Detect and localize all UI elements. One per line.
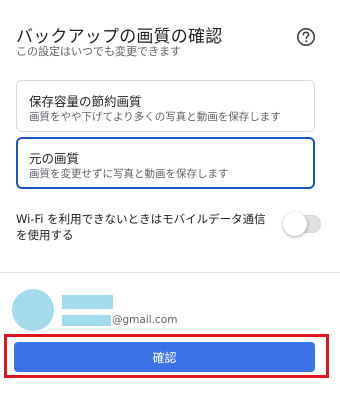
confirm-button-label: 確認	[152, 350, 177, 365]
account-name-redacted	[62, 295, 113, 309]
divider	[0, 272, 340, 273]
dialog-subtitle: この設定はいつでも変更できます	[16, 45, 181, 58]
confirm-button[interactable]: 確認	[14, 342, 315, 372]
avatar	[12, 289, 54, 331]
mobile-data-toggle[interactable]	[281, 210, 323, 238]
mobile-data-label: Wi-Fi を利用できないときはモバイルデータ通信を使用する	[16, 212, 266, 242]
option-description: 画質をやや下げてより多くの写真と動画を保存します	[29, 111, 281, 123]
account-email: @gmail.com	[62, 313, 177, 327]
email-user-redacted	[62, 314, 111, 326]
email-domain: @gmail.com	[112, 314, 178, 326]
toggle-thumb	[283, 212, 307, 236]
option-title: 元の画質	[29, 151, 80, 166]
option-description: 画質を変更せずに写真と動画を保存します	[29, 168, 229, 180]
option-storage-saver[interactable]: 保存容量の節約画質 画質をやや下げてより多くの写真と動画を保存します	[16, 80, 315, 132]
option-title: 保存容量の節約画質	[29, 94, 142, 109]
option-original-quality[interactable]: 元の画質 画質を変更せずに写真と動画を保存します	[16, 137, 315, 189]
help-icon[interactable]	[296, 27, 316, 47]
